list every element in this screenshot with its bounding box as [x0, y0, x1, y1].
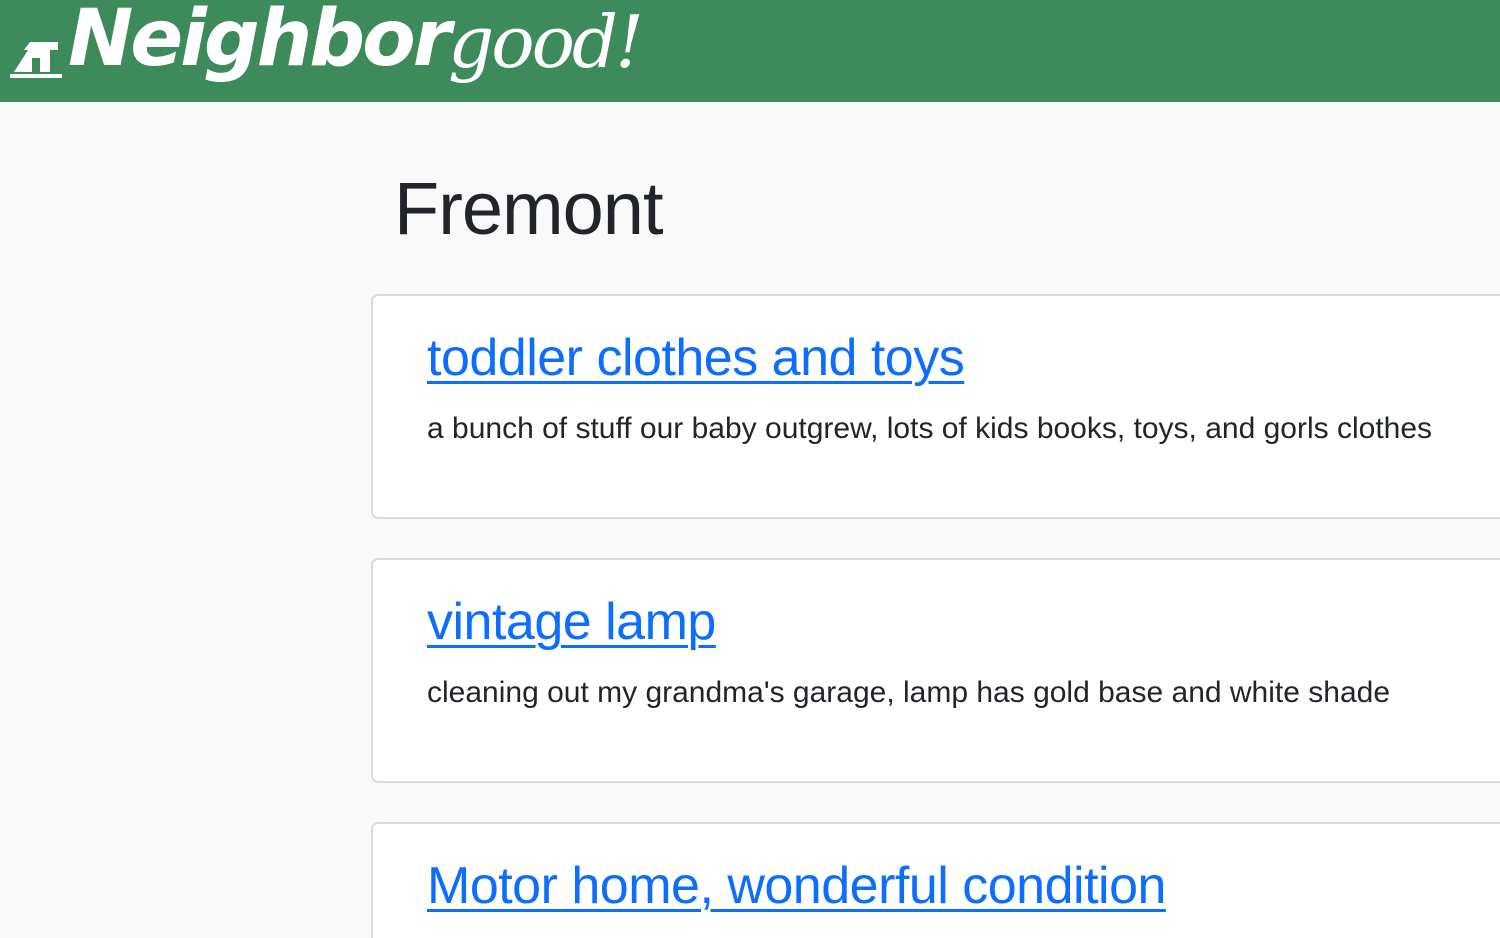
- page-title: Fremont: [394, 167, 664, 250]
- site-header: Neighbor good!: [0, 0, 1500, 102]
- listing-description: cleaning out my grandma's garage, lamp h…: [427, 676, 1391, 709]
- logo-text-good: good!: [448, 0, 644, 84]
- listing-title-link[interactable]: Motor home, wonderful condition: [427, 857, 1166, 915]
- logo-text-neighbor: Neighbor: [68, 0, 451, 84]
- listing-title-link[interactable]: toddler clothes and toys: [427, 329, 965, 387]
- listing-card: toddler clothes and toys a bunch of stuf…: [371, 294, 1500, 519]
- listing-description: a bunch of stuff our baby outgrew, lots …: [427, 412, 1433, 445]
- house-logo-icon: [10, 42, 62, 78]
- listing-card: vintage lamp cleaning out my grandma's g…: [371, 558, 1500, 783]
- listing-title-link[interactable]: vintage lamp: [427, 593, 716, 651]
- listing-card: Motor home, wonderful condition: [371, 822, 1500, 938]
- site-logo-link[interactable]: Neighbor good!: [10, 0, 644, 84]
